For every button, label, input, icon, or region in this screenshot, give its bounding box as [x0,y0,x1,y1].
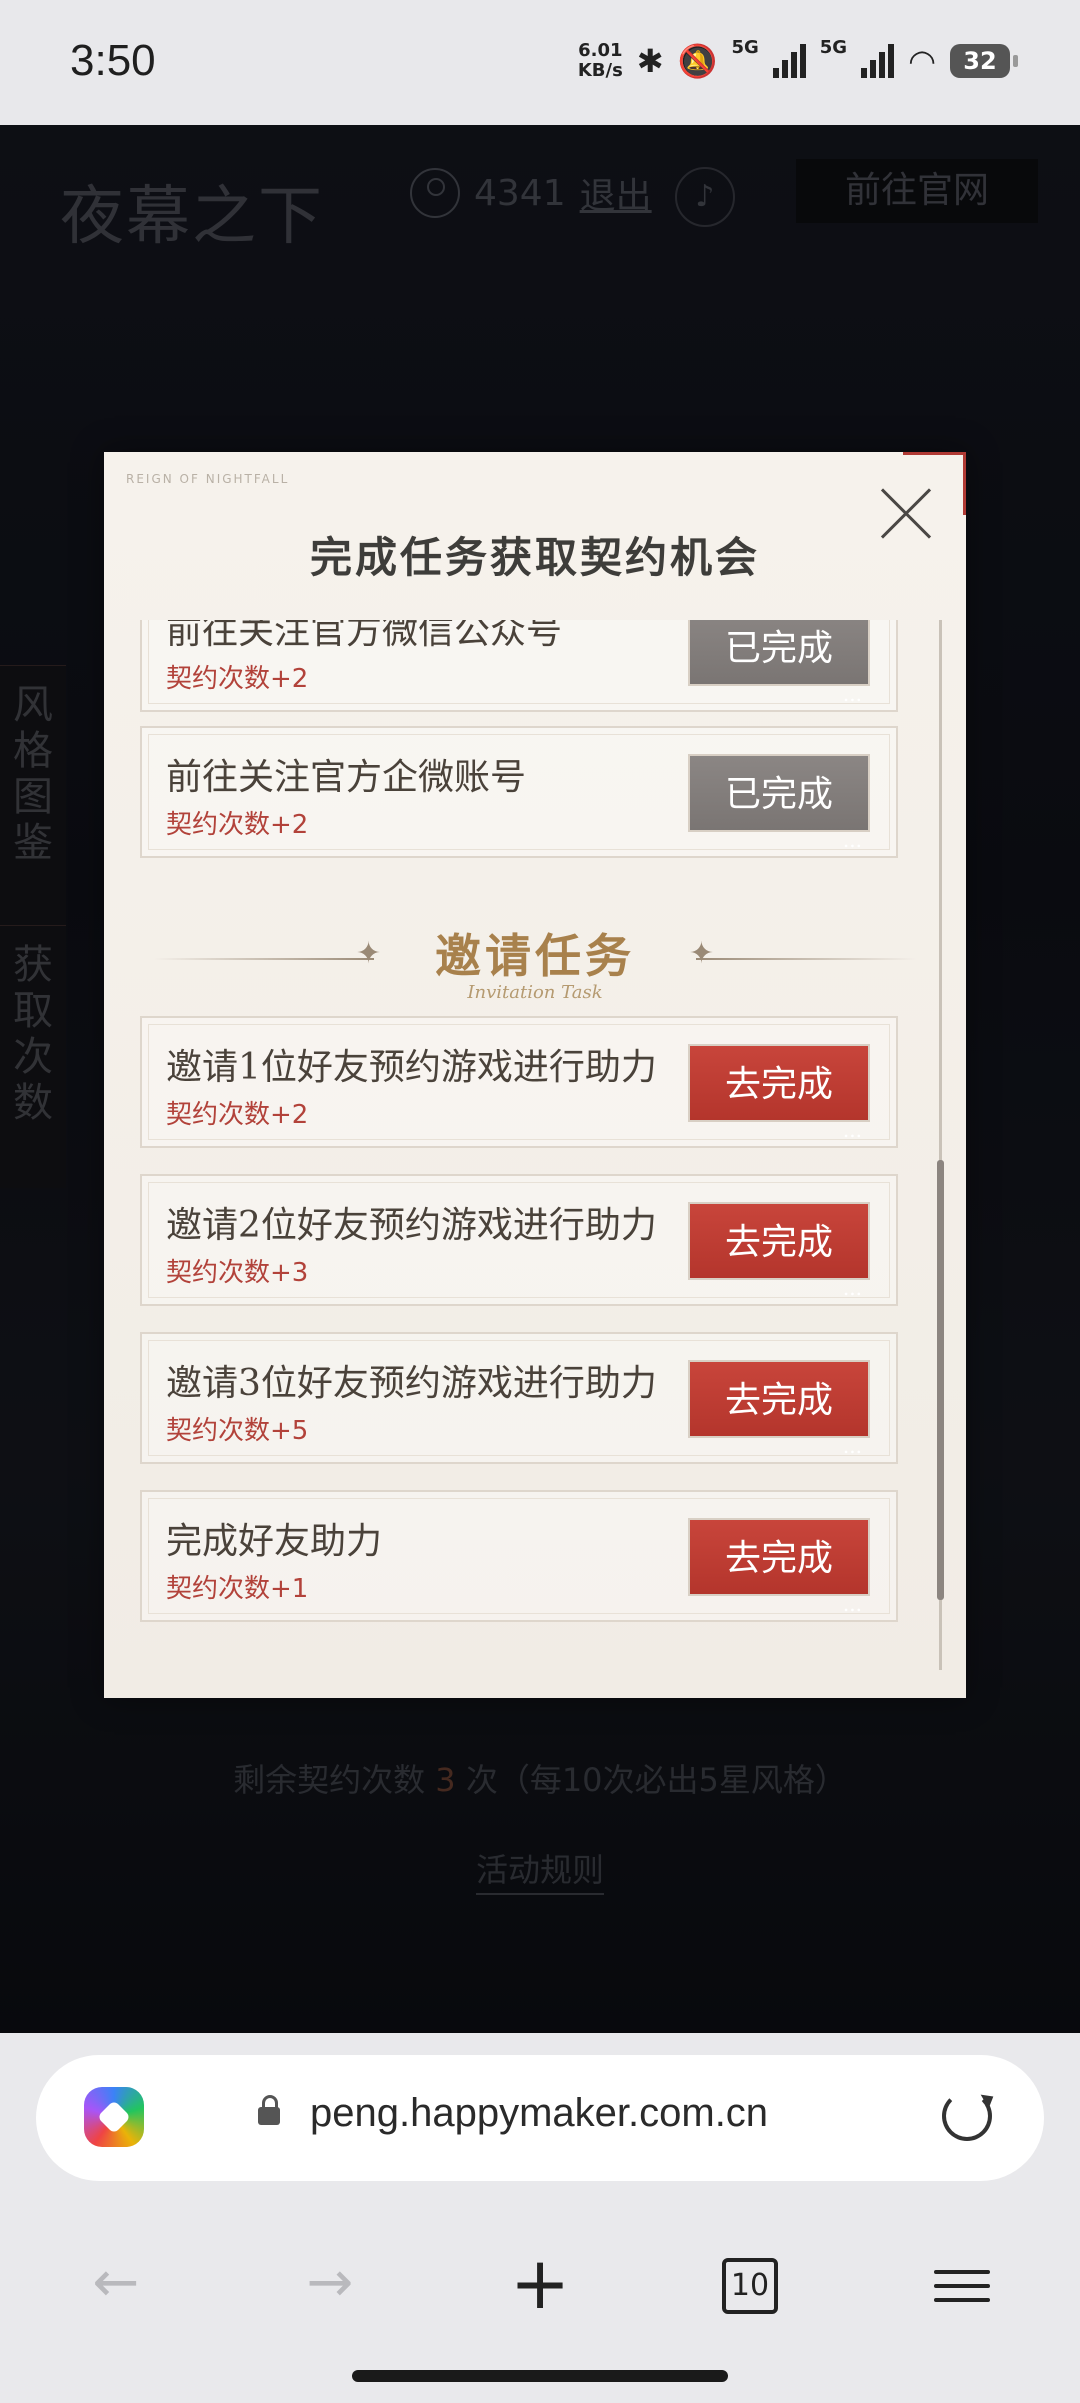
modal-title: 完成任务获取契约机会 [309,533,760,582]
signal-5g-label-2: 5G [819,36,848,58]
section-title: 邀请任务 [435,929,635,983]
task-name: 前往关注官方企微账号 [166,757,527,798]
bluetooth-icon: ✱ [636,42,664,80]
task-reward: 契约次数+2 [166,664,309,694]
task-row: 邀请3位好友预约游戏进行助力 契约次数+5 去完成... [140,1332,898,1464]
task-name: 邀请1位好友预约游戏进行助力 [166,1047,657,1088]
signal-bars-icon [772,44,806,78]
lock-icon [258,2095,280,2125]
browser-nav: ← → + 10 [0,2233,1080,2333]
task-name: 邀请2位好友预约游戏进行助力 [166,1205,657,1246]
task-name: 邀请3位好友预约游戏进行助力 [166,1363,657,1404]
task-reward: 契约次数+3 [166,1258,309,1288]
task-reward: 契约次数+5 [166,1416,309,1446]
tabs-count-icon: 10 [722,2257,778,2314]
task-go-button[interactable]: 去完成... [688,1360,870,1456]
task-reward: 契约次数+1 [166,1574,309,1604]
battery-icon: 32 [950,44,1018,78]
network-speed: 6.01 KB/s [577,40,623,81]
tabs-button[interactable]: 10 [700,2233,800,2333]
task-completed-button[interactable]: 已完成... [688,620,870,704]
new-tab-plus-icon[interactable]: + [490,2233,590,2333]
reload-icon[interactable] [942,2091,992,2141]
signal-bars-icon-2 [861,44,895,78]
task-row: 完成好友助力 契约次数+1 去完成... [140,1490,898,1622]
address-bar[interactable]: peng.happymaker.com.cn [36,2055,1044,2181]
wifi-icon: ◠ [908,42,936,80]
task-completed-button[interactable]: 已完成... [688,754,870,850]
url-text[interactable]: peng.happymaker.com.cn [310,2091,768,2136]
task-modal: REIGN OF NIGHTFALL 完成任务获取契约机会 前往关注官方微信公众… [104,452,966,1698]
status-bar: 3:50 6.01 KB/s ✱ 🔕 5G 5G ◠ 32 [0,0,1080,125]
forward-arrow-icon[interactable]: → [280,2233,380,2333]
task-row: 邀请1位好友预约游戏进行助力 契约次数+2 去完成... [140,1016,898,1148]
modal-brand: REIGN OF NIGHTFALL [126,472,290,486]
section-subtitle: Invitation Task [467,982,603,1003]
back-arrow-icon[interactable]: ← [66,2233,166,2333]
task-name: 前往关注官方微信公众号 [166,620,563,652]
copilot-icon[interactable] [84,2087,144,2147]
ornament-icon: ✦ [688,936,714,971]
home-indicator[interactable] [352,2370,728,2382]
menu-button[interactable] [912,2233,1012,2333]
task-reward: 契约次数+2 [166,1100,309,1130]
divider [696,958,916,960]
status-time: 3:50 [70,36,156,85]
browser-toolbar: peng.happymaker.com.cn ← → + 10 [0,2033,1080,2403]
task-name: 完成好友助力 [166,1521,383,1562]
signal-5g-label-1: 5G [731,36,759,58]
task-go-button[interactable]: 去完成... [688,1044,870,1140]
task-row: 邀请2位好友预约游戏进行助力 契约次数+3 去完成... [140,1174,898,1306]
task-reward: 契约次数+2 [166,810,309,840]
status-icons: 6.01 KB/s ✱ 🔕 5G 5G ◠ 32 [577,36,1018,86]
hamburger-menu-icon [934,2260,990,2312]
task-go-button[interactable]: 去完成... [688,1202,870,1298]
mute-bell-icon: 🔕 [677,42,718,80]
task-list[interactable]: 前往关注官方微信公众号 契约次数+2 已完成... 前往关注官方企微账号 契约次… [104,620,966,1680]
section-header-invite: ✦ 邀请任务 Invitation Task ✦ [104,910,966,1020]
task-row: 前往关注官方微信公众号 契约次数+2 已完成... [140,620,898,712]
close-icon[interactable] [878,486,934,542]
task-row: 前往关注官方企微账号 契约次数+2 已完成... [140,726,898,858]
task-go-button[interactable]: 去完成... [688,1518,870,1614]
